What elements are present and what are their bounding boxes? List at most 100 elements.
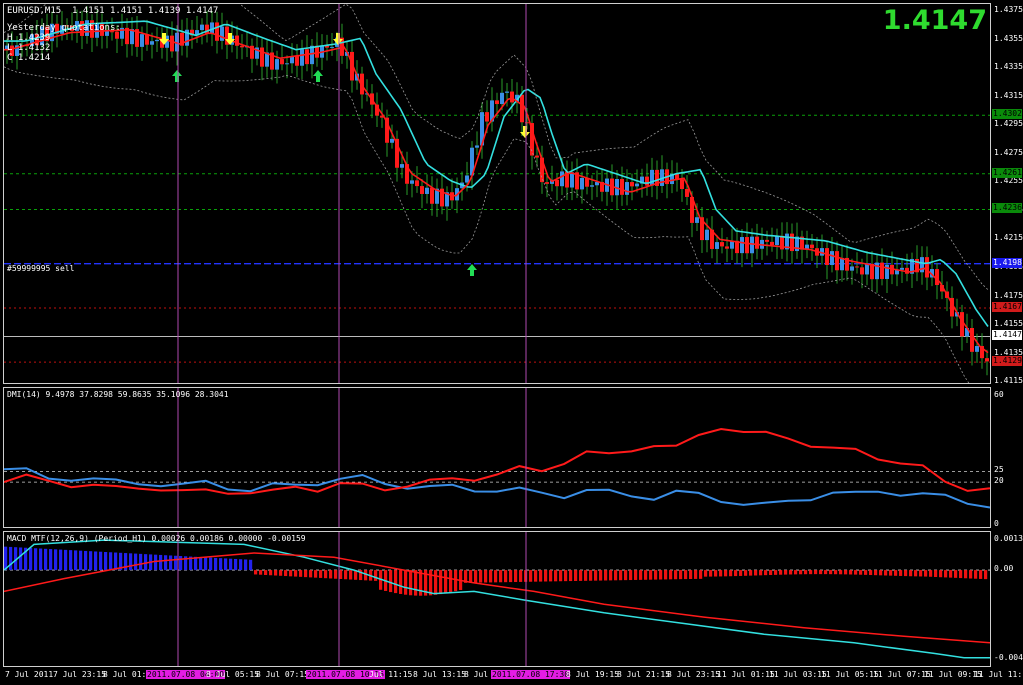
macd-histogram-bar	[4, 546, 8, 571]
macd-histogram-bar	[669, 570, 673, 580]
buy-signal-arrow-icon	[467, 264, 477, 276]
macd-histogram-bar	[79, 550, 83, 571]
macd-histogram-bar	[104, 552, 108, 571]
macd-histogram-bar	[584, 570, 588, 581]
candle-body	[500, 92, 504, 105]
candle-body	[680, 179, 684, 189]
macd-histogram-bar	[984, 570, 988, 580]
macd-histogram-bar	[74, 550, 78, 571]
macd-histogram-bar	[809, 570, 813, 575]
macd-histogram-bar	[574, 570, 578, 581]
macd-histogram-bar	[404, 570, 408, 595]
macd-tick-label: -0.00414	[994, 652, 1023, 662]
macd-histogram-bar	[284, 570, 288, 577]
macd-histogram-bar	[784, 570, 788, 575]
macd-histogram-bar	[874, 570, 878, 576]
minus-di-line	[4, 427, 990, 495]
time-tick-label: 8 Jul 23:15	[667, 670, 720, 679]
macd-histogram-bar	[89, 551, 93, 571]
dmi-axis[interactable]: 60 25 20 0	[991, 387, 1023, 528]
macd-histogram-bar	[629, 570, 633, 581]
fast-moving-average-line	[4, 28, 989, 354]
macd-histogram-bar	[804, 570, 808, 575]
macd-histogram-bar	[374, 570, 378, 581]
macd-histogram-bar	[454, 570, 458, 592]
macd-histogram-bar	[514, 570, 518, 583]
price-tick-label: 1.4115	[994, 376, 1023, 386]
price-axis[interactable]: 1.4375 1.4355 1.4335 1.4315 1.4295 1.4275 1.42…	[991, 3, 1023, 386]
macd-histogram-bar	[739, 570, 743, 576]
price-tick-label: 1.4275	[994, 147, 1023, 157]
time-axis[interactable]: 7 Jul 2011 7 Jul 23:15 8 Jul 01:15 2011.07.…	[3, 667, 1023, 685]
dmi-indicator-pane[interactable]: DMI(14) 9.4978 37.8298 59.8635 35.1096 2…	[3, 387, 991, 528]
macd-histogram-bar	[539, 570, 543, 582]
candle-body	[775, 235, 779, 246]
macd-histogram-bar	[429, 570, 433, 596]
candle-body	[860, 267, 864, 275]
time-tick-label: 11 Jul 07:15	[873, 670, 931, 679]
macd-histogram-bar	[254, 570, 258, 575]
macd-tick-label: 0.00139	[994, 534, 1023, 544]
macd-histogram-bar	[779, 570, 783, 575]
macd-histogram-bar	[884, 570, 888, 576]
order-line-label[interactable]: #59999995 sell	[7, 263, 74, 274]
macd-label: MACD MTF(12,26,9) (Period_H1) 0.00026 0.…	[7, 534, 306, 543]
macd-histogram-bar	[909, 570, 913, 577]
price-level-badge: 1.4261	[992, 167, 1022, 178]
macd-indicator-pane[interactable]: MACD MTF(12,26,9) (Period_H1) 0.00026 0.…	[3, 531, 991, 667]
macd-histogram-bar	[699, 570, 703, 579]
macd-histogram-bar	[494, 570, 498, 583]
macd-histogram-bar	[659, 570, 663, 580]
macd-histogram-bar	[84, 550, 88, 571]
candle-body	[925, 257, 929, 278]
price-chart[interactable]	[4, 4, 991, 384]
price-chart-pane[interactable]: EURUSD,M15 1.4151 1.4151 1.4139 1.4147 Y…	[3, 3, 991, 384]
candle-body	[810, 244, 814, 249]
macd-histogram-bar	[224, 558, 228, 571]
macd-histogram-bar	[634, 570, 638, 580]
time-tick-label: 11 Jul 01:15	[717, 670, 775, 679]
macd-histogram-bar	[654, 570, 658, 580]
macd-histogram-bar	[349, 570, 353, 580]
macd-histogram-bar	[414, 570, 418, 596]
macd-axis[interactable]: 0.00139 0.00 -0.00414	[991, 531, 1023, 667]
price-level-badge: 1.4302	[992, 109, 1022, 120]
dmi-chart[interactable]	[4, 388, 991, 528]
candle-body	[235, 35, 239, 46]
macd-histogram-bar	[164, 555, 168, 571]
macd-histogram-bar	[609, 570, 613, 581]
candle-body	[750, 236, 754, 254]
candle-body	[260, 47, 264, 67]
macd-histogram-bar	[54, 549, 58, 571]
macd-histogram-bar	[679, 570, 683, 580]
time-marker-label[interactable]: 2011.07.08 17:30	[491, 670, 571, 679]
candle-body	[520, 94, 524, 123]
candle-body	[425, 187, 429, 194]
macd-histogram-bar	[744, 570, 748, 576]
macd-histogram-bar	[114, 552, 118, 571]
macd-histogram-bar	[914, 570, 918, 577]
candle-body	[835, 251, 839, 271]
macd-histogram-bar	[854, 570, 858, 575]
macd-histogram-bar	[9, 546, 13, 571]
macd-histogram-bar	[219, 558, 223, 571]
macd-histogram-bar	[714, 570, 718, 577]
macd-histogram-bar	[394, 570, 398, 594]
candle-body	[170, 35, 174, 52]
candle-body	[900, 267, 904, 270]
macd-histogram-bar	[209, 557, 213, 571]
macd-histogram-bar	[299, 570, 303, 577]
yesterday-quotations: Yesterday quotations: H 1.4239 L 1.4132 …	[7, 23, 121, 63]
macd-histogram-bar	[819, 570, 823, 575]
macd-histogram-bar	[749, 570, 753, 576]
macd-histogram-bar	[599, 570, 603, 581]
macd-chart[interactable]	[4, 532, 991, 667]
macd-histogram-bar	[759, 570, 763, 576]
macd-histogram-bar	[344, 570, 348, 580]
time-tick-label: Jul 11:15	[369, 670, 413, 679]
macd-histogram-bar	[969, 570, 973, 579]
macd-histogram-bar	[904, 570, 908, 577]
macd-histogram-bar	[489, 570, 493, 583]
candle-body	[630, 182, 634, 187]
chart-header: EURUSD,M15 1.4151 1.4151 1.4139 1.4147	[7, 6, 218, 17]
